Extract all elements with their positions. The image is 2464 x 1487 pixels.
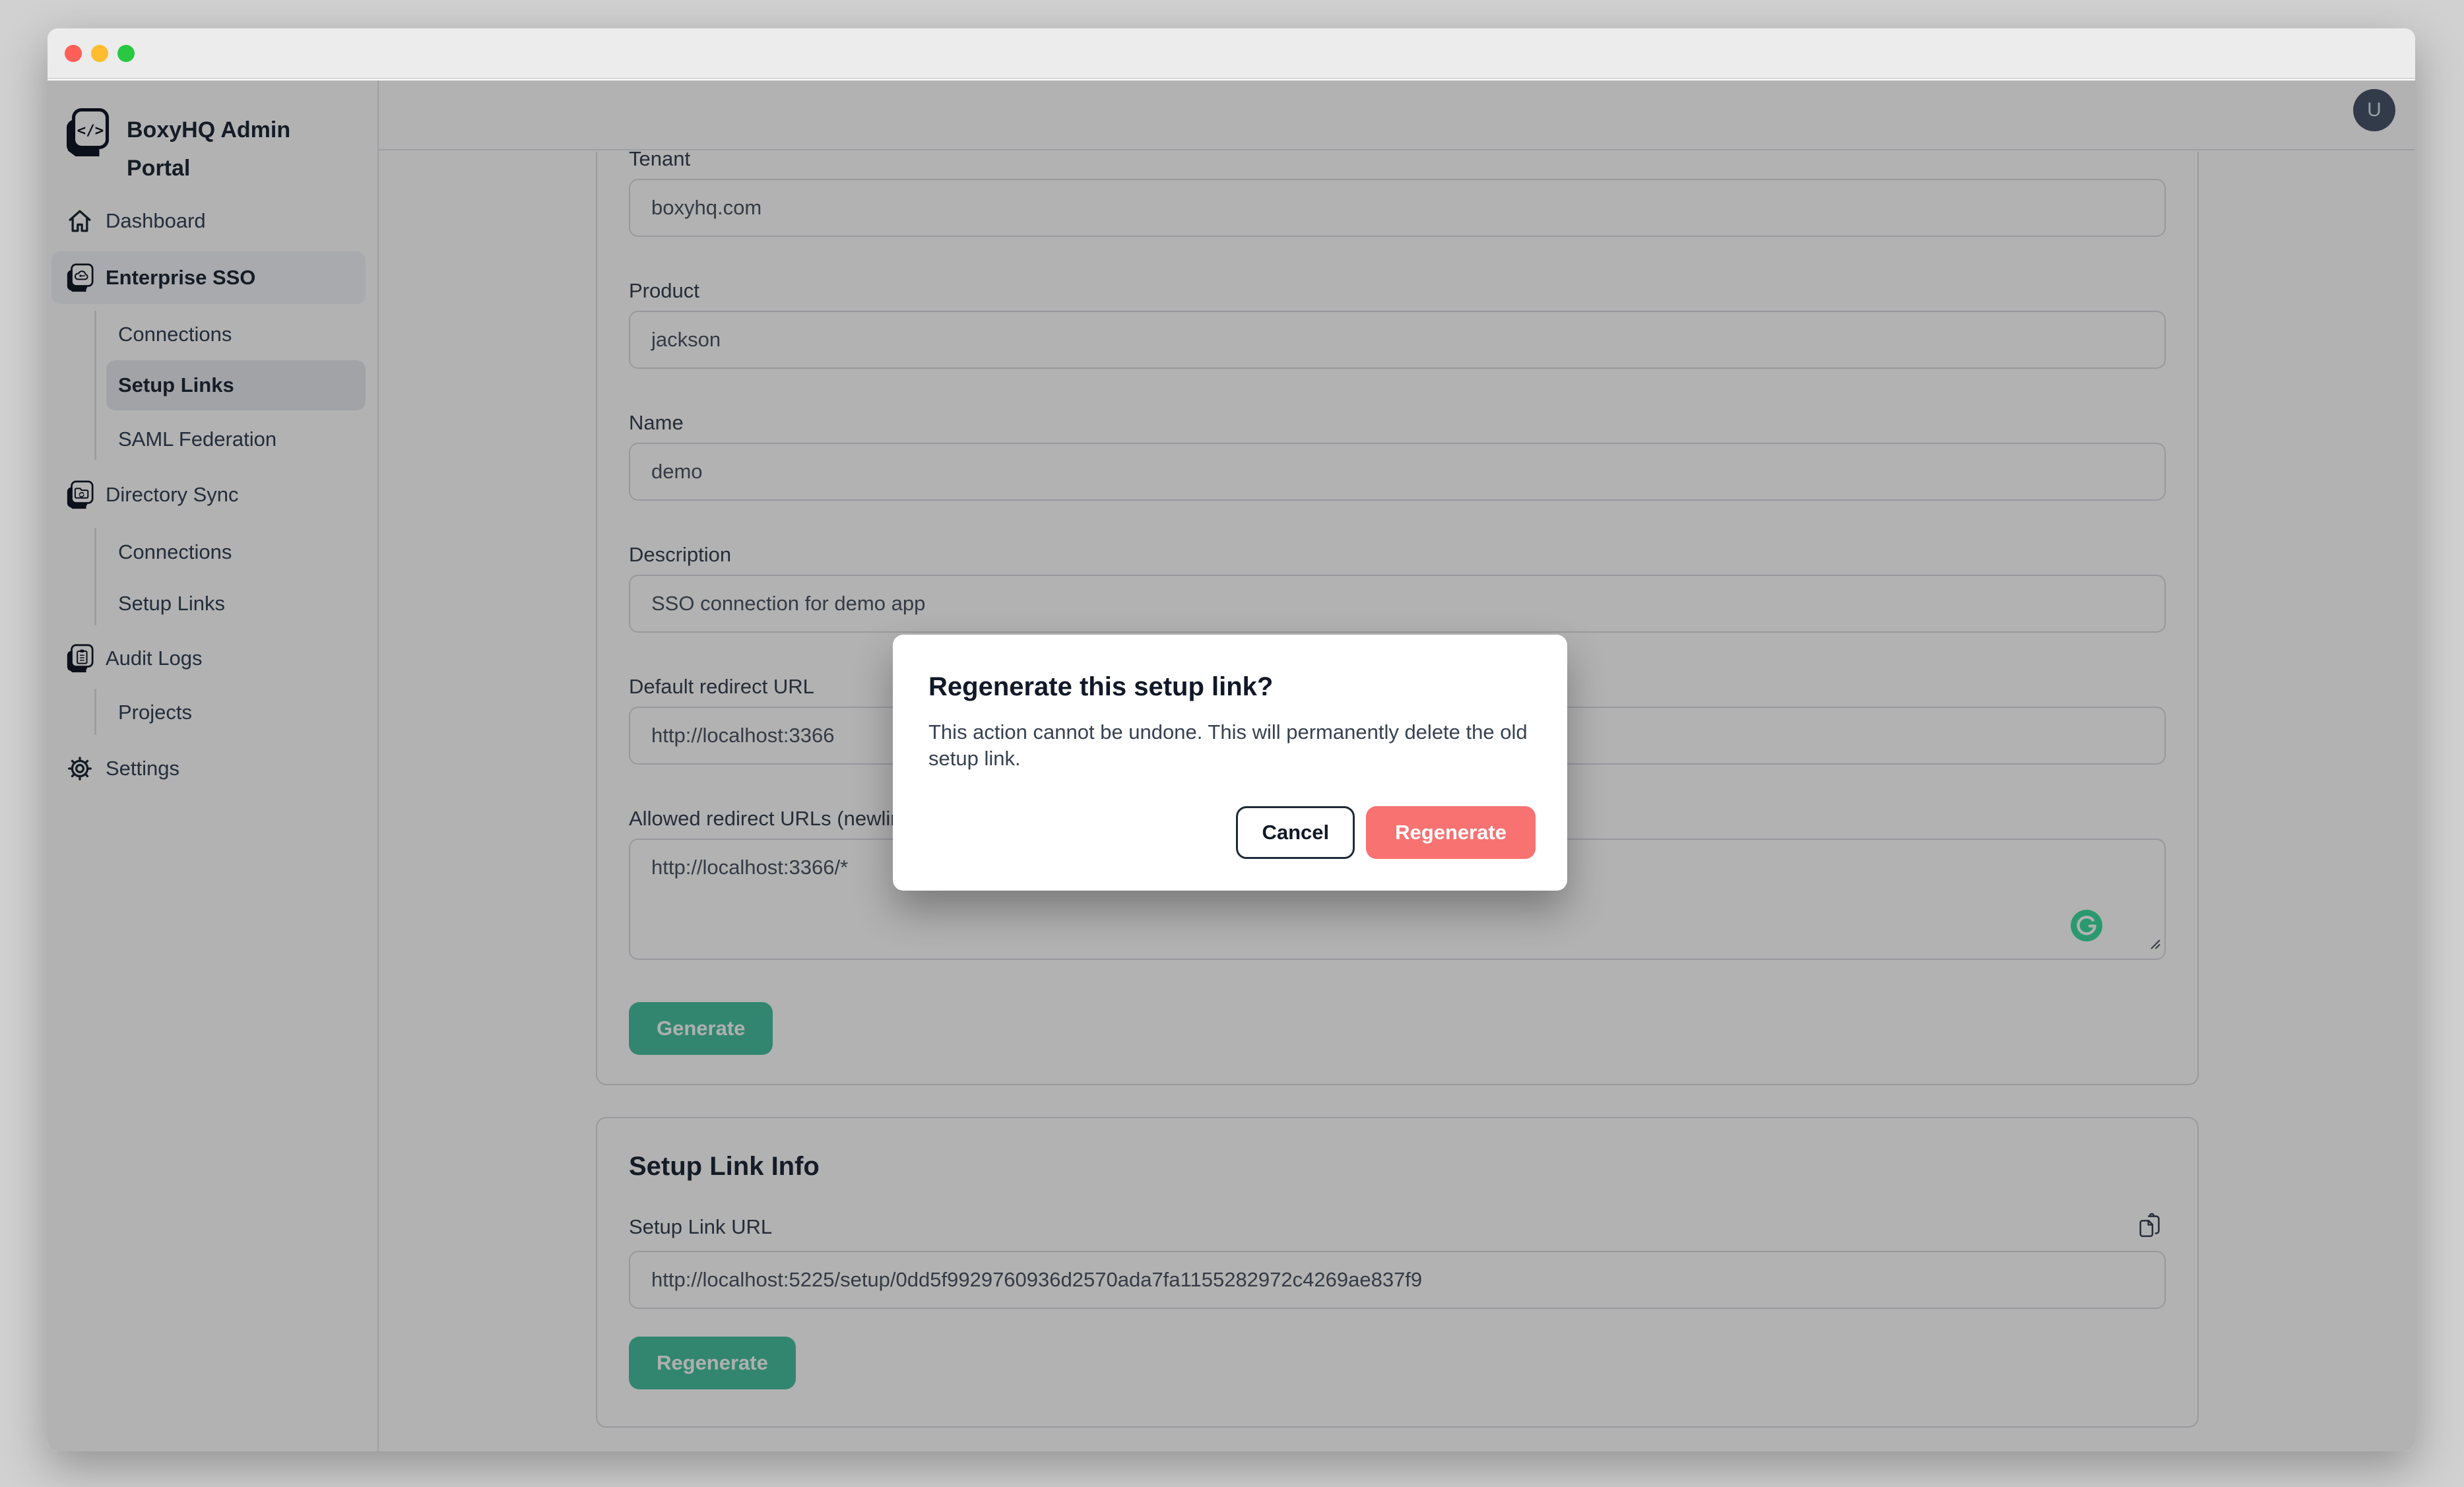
macos-titlebar: [48, 28, 2415, 79]
page: </> BoxyHQ Admin Portal Dashboard: [48, 80, 2415, 1451]
minimize-window-button[interactable]: [91, 45, 108, 62]
close-window-button[interactable]: [65, 45, 82, 62]
modal-actions: Cancel Regenerate: [1236, 806, 1536, 859]
cancel-button[interactable]: Cancel: [1236, 806, 1355, 859]
regenerate-confirm-modal: Regenerate this setup link? This action …: [893, 635, 1567, 891]
confirm-regenerate-button[interactable]: Regenerate: [1366, 806, 1536, 859]
modal-body-text: This action cannot be undone. This will …: [928, 719, 1542, 772]
modal-title: Regenerate this setup link?: [928, 670, 1532, 703]
zoom-window-button[interactable]: [117, 45, 135, 62]
app-window: </> BoxyHQ Admin Portal Dashboard: [48, 28, 2415, 1451]
